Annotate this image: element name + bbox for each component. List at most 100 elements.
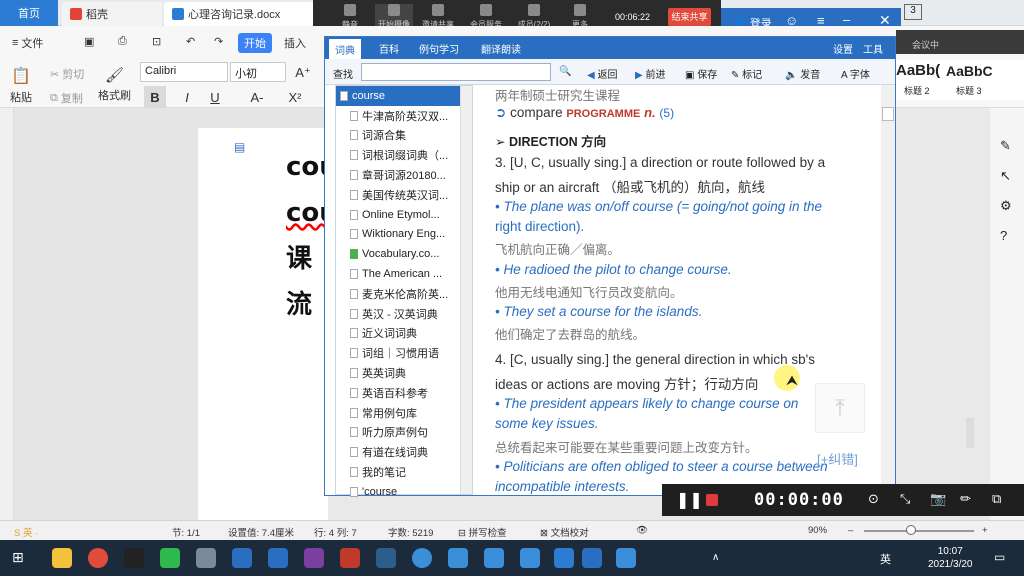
qq-icon[interactable] [124,548,144,568]
dictionary-list-item[interactable]: Vocabulary.co... [336,244,460,264]
tools-link[interactable]: 工具 [863,41,883,56]
tab-translate[interactable]: 翻译朗读 [481,41,521,56]
dictionary-search-input[interactable] [361,63,551,81]
strikethrough-button[interactable]: A- [246,86,268,108]
redo-icon[interactable]: ↷ [214,35,223,48]
dictionary-list-item[interactable]: Online Etymol... [336,205,460,225]
ime-indicator[interactable]: 英 [880,551,891,567]
eye-icon[interactable]: 👁 [636,525,648,536]
settings-link[interactable]: 设置 [833,41,853,56]
notification-icon[interactable]: ▭ [994,550,1005,564]
dictionary-list-item[interactable]: 有道在线词典 [336,442,460,462]
app-play-icon[interactable] [448,548,468,568]
copy-button[interactable]: ⧉ 复制 [50,90,83,106]
windows-start-icon[interactable]: ⊞ [12,549,24,566]
dictionary-list-item[interactable]: 词组｜习惯用语 [336,343,460,363]
dictionary-list-item[interactable]: 英语百科参考 [336,383,460,403]
dictionary-list-item[interactable]: The American ... [336,264,460,284]
search-app-icon[interactable] [232,548,252,568]
dictionary-list-item[interactable]: 美国传统英汉词... [336,185,460,205]
dictionary-list-item[interactable]: 'course [336,482,460,502]
dictionary-list-item[interactable]: Wiktionary Eng... [336,225,460,245]
wechat-icon[interactable] [160,548,180,568]
font-family-select[interactable]: Calibri [140,62,228,82]
dictionary-app-icon[interactable] [582,548,602,568]
dictionary-list-item[interactable]: 词源合集 [336,126,460,146]
tab-insert[interactable]: 插入 [284,35,306,51]
dictionary-list-item[interactable]: 近义词词典 [336,324,460,344]
font-size-select[interactable]: 小初 [230,62,286,82]
report-error-link[interactable]: [+纠错] [817,449,858,468]
file-explorer-icon[interactable] [52,548,72,568]
dictionary-list-item[interactable]: 英英词典 [336,363,460,383]
save-button[interactable]: ▣ 保存 [685,66,717,81]
app-q-icon[interactable] [412,548,432,568]
pause-icon[interactable]: ❚❚ [676,490,703,510]
shrink-icon[interactable]: ⤡ [900,491,910,507]
media-icon[interactable] [340,548,360,568]
zoom-in-icon[interactable]: + [982,525,988,536]
zoom-slider[interactable] [864,530,974,532]
search-icon[interactable]: 🔍 [559,66,571,77]
undo-icon[interactable]: ↶ [186,35,195,48]
zoom-slider-thumb[interactable] [906,525,916,535]
wps-writer-icon[interactable] [554,548,574,568]
font-button[interactable]: A 字体 [841,66,870,81]
calculator-icon[interactable] [196,548,216,568]
pen-icon[interactable]: ✏ [960,491,971,507]
app-bird-icon[interactable] [484,548,504,568]
doc-scroll-thumb[interactable] [966,418,974,448]
end-share-button[interactable]: 结束共享 [668,8,711,26]
app-s-icon[interactable] [520,548,540,568]
back-button[interactable]: ◀ 返回 [587,66,617,81]
system-clock[interactable]: 10:07 2021/3/20 [928,545,973,571]
compare-target[interactable]: PROGRAMME [566,108,640,120]
edit-icon[interactable]: ✎ [1000,138,1011,154]
dictionary-list-item[interactable]: course [336,86,460,106]
dictionary-list-item[interactable]: 牛津高阶英汉双... [336,106,460,126]
forward-button[interactable]: ▶ 前进 [635,66,665,81]
onenote-icon[interactable] [304,548,324,568]
paste-button[interactable]: 📋 粘贴 [10,66,32,105]
dictionary-list-item[interactable]: 词根词缀词典（... [336,145,460,165]
content-scrollbar[interactable] [881,85,895,495]
doc-outline-icon[interactable]: ▤ [234,140,245,154]
chrome-icon[interactable] [88,548,108,568]
status-wordcount[interactable]: 字数: 5219 [388,525,433,539]
zoom-level[interactable]: 90% [808,525,827,536]
minimize-icon[interactable]: – [843,12,850,27]
print-icon[interactable]: ⎙ [118,35,127,48]
doc-proofread-button[interactable]: ⊠ 文档校对 [540,525,589,539]
dictionary-list-item[interactable]: 我的笔记 [336,462,460,482]
tab-example-study[interactable]: 例句学习 [419,41,459,56]
zoom-out-icon[interactable]: – [848,525,853,536]
dictionary-list-item[interactable]: 听力原声例句 [336,423,460,443]
meeting-app-icon[interactable] [616,548,636,568]
stop-record-button[interactable] [706,494,718,506]
back-to-top-button[interactable]: ⤒ [815,383,865,433]
dictionary-list-item[interactable]: 英汉 - 汉英词典 [336,304,460,324]
italic-button[interactable]: I [176,86,198,108]
select-icon[interactable]: ↖ [1000,168,1011,184]
pronounce-button[interactable]: 🔈 发音 [785,66,820,81]
grow-font-icon[interactable]: A⁺ [292,62,314,84]
tab-document[interactable]: 心理咨询记录.docx [164,2,314,26]
target-icon[interactable]: ⊙ [868,491,879,507]
tab-encyclopedia[interactable]: 百科 [379,41,399,56]
mark-button[interactable]: ✎ 标记 [731,66,762,81]
spell-check-button[interactable]: ⊟ 拼写检查 [458,525,507,539]
dictionary-list-item[interactable]: 麦克米伦高阶英... [336,284,460,304]
tab-daoke[interactable]: 稻壳 [62,2,162,26]
tab-start[interactable]: 开始 [238,33,272,53]
style-heading2[interactable]: AaBb( [896,62,940,79]
window-icon[interactable]: ⧉ [992,491,1001,507]
tab-home[interactable]: 首页 [0,0,58,26]
dictionary-list-item[interactable]: 章哥词源20180... [336,165,460,185]
tab-dictionary[interactable]: 词典 [329,39,361,59]
browser-icon[interactable] [268,548,288,568]
underline-button[interactable]: U [204,86,226,108]
save-icon[interactable]: ▣ [84,35,94,48]
cut-button[interactable]: ✂ 剪切 [50,66,84,82]
scroll-thumb[interactable] [882,107,894,121]
preview-icon[interactable]: ⊡ [152,35,161,48]
